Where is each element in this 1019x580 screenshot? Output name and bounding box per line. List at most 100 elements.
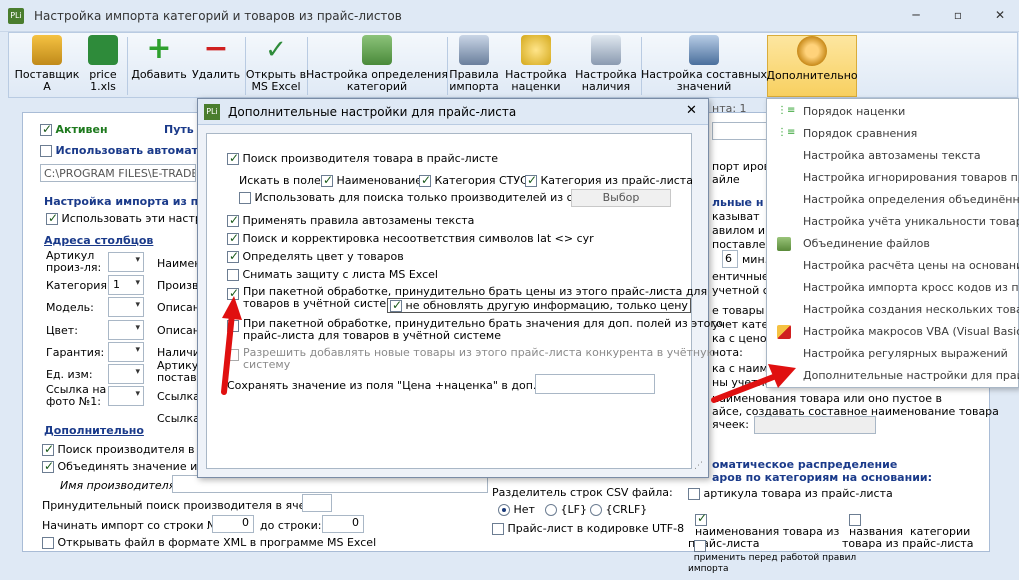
menu-item-uniqueness[interactable]: Настройка учёта уникальности товаров [767, 211, 1019, 233]
supplier-button[interactable]: Поставщик А [15, 35, 79, 97]
category-settings-label: Настройка определения категорий [306, 68, 449, 93]
choose-button[interactable]: Выбор [571, 189, 671, 207]
count-label: нта: 1 [712, 102, 747, 115]
active-checkbox[interactable] [40, 122, 52, 136]
category-column-select[interactable]: 1 [108, 275, 144, 295]
right-input[interactable] [712, 122, 768, 140]
use-these-row[interactable]: Использовать эти настрой [46, 211, 216, 225]
by-cat-row[interactable]: названия категории товара из прайс-листа [842, 502, 974, 550]
more-button[interactable]: Дополнительно [766, 35, 858, 97]
menu-item-ignore[interactable]: Настройка игнорирования товаров при [767, 167, 1019, 189]
utf8-checkbox[interactable] [492, 523, 504, 535]
menu-item-merge-files[interactable]: Объединение файлов [767, 233, 1019, 255]
csv-opt-none[interactable]: Нет [498, 503, 535, 516]
by-name-checkbox[interactable] [695, 512, 707, 526]
composite-values-button[interactable]: Настройка составных значений [641, 35, 767, 97]
menu-item-multiple-goods[interactable]: Настройка создания нескольких товаров [767, 299, 1019, 321]
dlg-search-mfr-checkbox[interactable] [227, 151, 239, 165]
maximize-icon[interactable]: ▫ [946, 8, 970, 22]
composite-cells-input[interactable] [754, 416, 876, 434]
use-auto-row[interactable]: Использовать автомат [40, 144, 198, 157]
menu-item-additional-settings[interactable]: Дополнительные настройки для прайс-л [767, 365, 1019, 387]
delete-button[interactable]: − Удалить [189, 34, 243, 97]
add-button[interactable]: + Добавить [131, 34, 187, 97]
dlg-autoreplace-checkbox[interactable] [227, 213, 239, 227]
xml-checkbox[interactable] [42, 537, 54, 549]
dlg-save-value-input[interactable] [535, 374, 655, 394]
dlg-only-list-checkbox[interactable] [239, 192, 251, 204]
dlg-color-checkbox[interactable] [227, 249, 239, 263]
dlg-unprotect-row[interactable]: Снимать защиту с листа MS Excel [227, 268, 438, 281]
price-file-button[interactable]: price 1.xls [83, 35, 123, 97]
utf8-row[interactable]: Прайс-лист в кодировке UTF-8 [492, 522, 684, 535]
xls-icon [88, 35, 118, 65]
merge-checkbox[interactable] [42, 459, 54, 473]
to-row-label: до строки: [260, 519, 322, 532]
dlg-field-name-row[interactable]: Наименование [321, 173, 422, 187]
open-excel-label: Открыть в MS Excel [245, 68, 307, 93]
use-auto-checkbox[interactable] [40, 145, 52, 157]
apply-rules-checkbox[interactable] [693, 540, 706, 552]
photo-column-select[interactable] [108, 386, 144, 406]
resize-grip-icon[interactable]: ⋰ [694, 461, 703, 471]
merge-row[interactable]: Объединять значение из п [42, 459, 214, 473]
dlg-unprotect-checkbox[interactable] [227, 269, 239, 281]
unit-column-select[interactable] [108, 364, 144, 384]
dlg-field-catprice-checkbox[interactable] [525, 173, 537, 187]
availability-settings-button[interactable]: Настройка наличия [573, 35, 639, 97]
search-mfr-checkbox[interactable] [42, 442, 54, 456]
apply-rules-row[interactable]: применить перед работой правил импорта [688, 529, 856, 575]
menu-item-regex[interactable]: Настройка регулярных выражений [767, 343, 1019, 365]
markup-settings-button[interactable]: Настройка наценки [505, 35, 567, 97]
csv-opt-lf[interactable]: {LF} [545, 503, 587, 516]
minimize-icon[interactable]: ─ [904, 8, 928, 22]
dlg-autoreplace-row[interactable]: Применять правила автозамены текста [227, 213, 474, 227]
dlg-only-list-row[interactable]: Использовать для поиска только производи… [239, 191, 606, 204]
category-settings-button[interactable]: Настройка определения категорий [306, 35, 449, 97]
open-excel-button[interactable]: ✓ Открыть в MS Excel [245, 35, 307, 97]
csv-crlf-radio[interactable] [590, 504, 602, 516]
start-row-input[interactable]: 0 [212, 515, 254, 533]
menu-item-compare-order[interactable]: ⋮≡ Порядок сравнения [767, 123, 1019, 145]
model-column-select[interactable] [108, 297, 144, 317]
by-article-checkbox[interactable] [688, 488, 700, 500]
min-input[interactable]: 6 [722, 250, 738, 268]
search-mfr-row[interactable]: Поиск производителя в [42, 442, 195, 456]
dlg-latcyr-row[interactable]: Поиск и корректировка несоответствия сим… [227, 231, 594, 245]
dlg-color-row[interactable]: Определять цвет у товаров [227, 249, 404, 263]
by-cat-label: названия категории товара из прайс-листа [842, 525, 974, 550]
menu-item-vba-macros[interactable]: Настройка макросов VBA (Visual Basic fo [767, 321, 1019, 343]
menu-item-price-calc[interactable]: Настройка расчёта цены на основании с [767, 255, 1019, 277]
dlg-field-name-label: Наименование [336, 174, 422, 187]
xml-row[interactable]: Открывать файл в формате XML в программе… [42, 536, 376, 549]
dlg-field-name-checkbox[interactable] [321, 173, 333, 187]
by-article-row[interactable]: артикула товара из прайс-листа [688, 487, 893, 500]
menu-item-merged[interactable]: Настройка определения объединённых [767, 189, 1019, 211]
article-column-select[interactable] [108, 252, 144, 272]
path-input[interactable]: C:\PROGRAM FILES\E-TRADE PR [40, 164, 196, 182]
dlg-field-catprice-row[interactable]: Категория из прайс-листа [525, 173, 693, 187]
warranty-column-select[interactable] [108, 342, 144, 362]
dlg-no-update-checkbox[interactable] [390, 298, 402, 312]
csv-lf-radio[interactable] [545, 504, 557, 516]
use-these-checkbox[interactable] [46, 211, 58, 225]
close-icon[interactable]: ✕ [988, 8, 1012, 22]
dialog-close-icon[interactable]: ✕ [686, 103, 697, 118]
menu-item-markup-order[interactable]: ⋮≡ Порядок наценки [767, 101, 1019, 123]
menu-item-autoreplace[interactable]: Настройка автозамены текста [767, 145, 1019, 167]
import-rules-button[interactable]: Правила импорта [449, 35, 499, 97]
to-row-input[interactable]: 0 [322, 515, 364, 533]
dlg-search-mfr-row[interactable]: Поиск производителя товара в прайс-листе [227, 151, 498, 165]
dlg-latcyr-checkbox[interactable] [227, 231, 239, 245]
csv-opt-crlf[interactable]: {CRLF} [590, 503, 647, 516]
dlg-field-cat-checkbox[interactable] [419, 173, 431, 187]
dlg-no-update-row[interactable]: не обновлять другую информацию, только ц… [387, 298, 691, 313]
dlg-field-cat-row[interactable]: Категория СТУС [419, 173, 528, 187]
app-icon: PLi [8, 8, 24, 24]
active-row[interactable]: Активен [40, 122, 108, 136]
color-column-select[interactable] [108, 320, 144, 340]
forced-search-input[interactable] [302, 494, 332, 512]
csv-none-radio[interactable] [498, 504, 510, 516]
menu-item-cross-codes[interactable]: Настройка импорта кросс кодов из прай [767, 277, 1019, 299]
by-cat-checkbox[interactable] [849, 514, 861, 526]
